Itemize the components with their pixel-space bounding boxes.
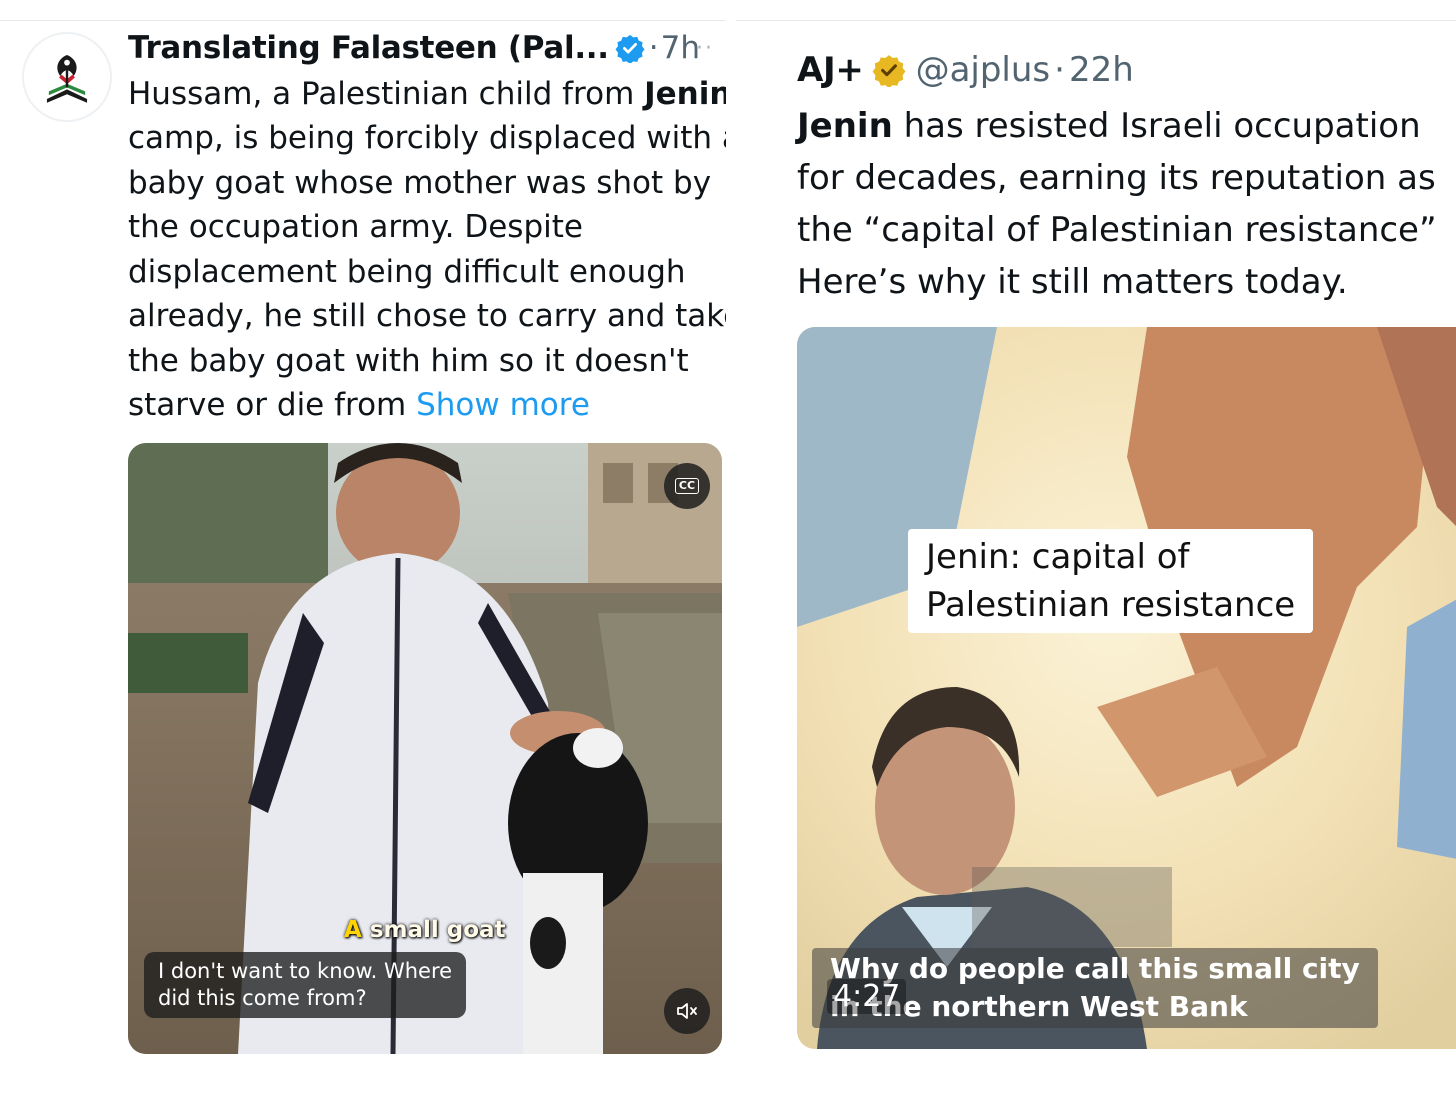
mute-button[interactable] [664,988,710,1034]
subtitle-line: Why do people call this small city [830,952,1360,985]
bold-place-name: Jenin [644,76,726,112]
tweet-text-line: the baby goat with him so it doesn't [128,343,689,379]
tweet-time[interactable]: 22h [1069,50,1134,90]
divider [0,20,726,21]
caption-line: did this come from? [158,986,367,1010]
muted-speaker-icon [677,1003,697,1019]
subtitle-line: in the northern West Bank [830,990,1248,1023]
tweet-time[interactable]: 7h [661,30,700,66]
caption-line: I don't want to know. Where [158,959,453,983]
tweet-text-line: already, he still chose to carry and tak… [128,298,726,334]
tweet-text-line: Hussam, a Palestinian child from Jenin [128,72,726,117]
separator-dot: · [1054,50,1065,90]
verified-badge-icon [872,53,906,88]
tweet-text-line: Jenin has resisted Israeli occupation [797,100,1421,152]
video-title-overlay: Jenin: capital of Palestinian resistance [908,529,1314,633]
show-more-link[interactable]: Show more [416,387,590,423]
left-tweet: Translating Falasteen (Pal... · 7h ·· Hu… [0,0,726,1093]
bold-place-name: Jenin [797,106,893,146]
video-player[interactable]: Jenin: capital of Palestinian resistance… [797,327,1456,1049]
tweet-text-line: the “capital of Palestinian resistance” [797,210,1437,250]
divider [736,20,1456,21]
closed-caption-box: I don't want to know. Where did this com… [144,952,467,1018]
right-tweet: AJ+ @ajplus · 22h Jenin has resisted Isr… [736,0,1456,1093]
tweet-text-line: baby goat whose mother was shot by [128,165,712,201]
ellipsis-icon[interactable]: ·· [696,36,714,61]
separator-dot: · [648,30,659,66]
avatar-logo-icon [24,34,110,120]
tweet-text-line: camp, is being forcibly displaced with a [128,120,726,156]
overlay-line: Jenin: capital of [926,537,1190,577]
verified-badge-icon [615,33,645,64]
tweet-header: AJ+ @ajplus · 22h [797,47,1134,93]
author-name[interactable]: Translating Falasteen (Pal... [128,30,609,66]
author-name[interactable]: AJ+ [797,50,864,90]
text-segment: starve or die from [128,387,417,423]
tweet-text-line: starve or die from Show more [128,383,590,428]
tweet-text-line: the occupation army. Despite [128,209,583,245]
cc-label: CC [674,478,700,494]
captions-toggle-button[interactable]: CC [664,463,710,509]
video-duration: 4:27 [827,979,907,1014]
author-handle[interactable]: @ajplus [916,50,1051,90]
overlay-line: Palestinian resistance [926,585,1296,625]
video-player[interactable]: CC A small goat I don't want to know. Wh… [128,443,722,1054]
text-segment: has resisted Israeli occupation [892,106,1421,146]
tweet-text-line: displacement being difficult enough [128,254,686,290]
burned-in-caption: A small goat [344,917,506,943]
tweet-text-line: for decades, earning its reputation as [797,158,1436,198]
burned-caption-prefix: A [344,917,362,943]
tweet-header: Translating Falasteen (Pal... · 7h [128,27,700,69]
burned-caption-text: small goat [361,917,506,943]
author-avatar[interactable] [22,32,112,122]
tweet-text-line: Here’s why it still matters today. [797,262,1348,302]
text-segment: Hussam, a Palestinian child from [128,76,645,112]
video-frame [797,327,1456,1049]
